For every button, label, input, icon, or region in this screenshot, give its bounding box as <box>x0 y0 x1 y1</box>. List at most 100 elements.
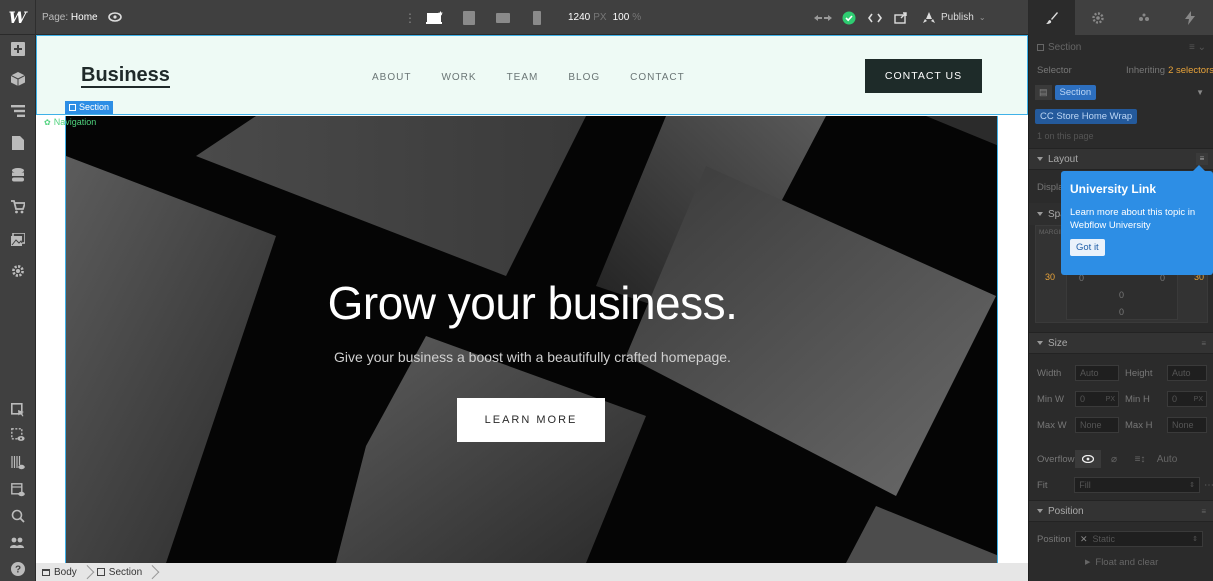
selector-row: Selector Inheriting 2 selectors <box>1029 63 1213 77</box>
popover-title: University Link <box>1070 182 1157 196</box>
brush-icon <box>1046 11 1058 24</box>
layout-section-header[interactable]: Layout ≡ <box>1029 148 1213 170</box>
site-brand[interactable]: Business <box>81 64 170 88</box>
min-width-unit[interactable]: PX <box>1106 396 1115 403</box>
panel-tabs <box>1028 0 1213 35</box>
contact-us-button[interactable]: CONTACT US <box>865 59 982 93</box>
min-width-value: 0 <box>1080 394 1086 404</box>
tab-settings[interactable] <box>1075 0 1121 35</box>
breadcrumb-section[interactable]: Section <box>91 563 148 581</box>
float-clear-row[interactable]: ▶ Float and clear <box>1029 554 1213 570</box>
hero-subtitle[interactable]: Give your business a boost with a beauti… <box>66 349 997 365</box>
tablet-landscape-icon <box>496 12 510 23</box>
popover-body[interactable]: Learn more about this topic in Webflow U… <box>1070 206 1204 232</box>
pages-icon[interactable] <box>0 131 36 155</box>
xray-mode-icon[interactable] <box>0 478 36 502</box>
nav-link-work[interactable]: WORK <box>441 72 476 83</box>
nav-link-team[interactable]: TEAM <box>507 72 539 83</box>
overflow-row: Overflow ⌀ ≡↕ Auto <box>1029 450 1213 468</box>
panel-menu-icon[interactable]: ≡ ⌄ <box>1189 42 1206 53</box>
overflow-visible-eye-icon[interactable] <box>1075 450 1101 468</box>
cms-database-icon[interactable] <box>0 163 36 187</box>
height-input[interactable]: Auto <box>1167 365 1207 381</box>
undo-redo-icon[interactable] <box>812 0 834 35</box>
more-breakpoints-icon[interactable]: ⋮ <box>402 11 418 25</box>
tab-style[interactable] <box>1029 0 1075 35</box>
settings-gear-icon[interactable] <box>0 259 36 283</box>
overflow-scroll-icon[interactable]: ≡↕ <box>1127 450 1153 468</box>
breadcrumb-body[interactable]: Body <box>36 563 83 581</box>
breadcrumb-body-label: Body <box>54 566 77 578</box>
breakpoint-bar: ⋮ 1240 PX 100% <box>402 0 647 35</box>
more-options-icon[interactable]: ⋯ <box>1204 480 1213 491</box>
mobile-breakpoint-button[interactable] <box>520 0 554 35</box>
gear-icon <box>1092 11 1104 24</box>
hero-title[interactable]: Grow your business. <box>66 276 997 330</box>
overflow-hidden-icon[interactable]: ⌀ <box>1101 450 1127 468</box>
max-width-input[interactable]: None <box>1075 417 1119 433</box>
left-toolbar: ? <box>0 35 36 581</box>
element-name: Section <box>1048 41 1082 53</box>
tab-style-manager[interactable] <box>1121 0 1167 35</box>
hidden-elements-icon[interactable] <box>0 423 36 447</box>
site-navigation[interactable]: Business ABOUT WORK TEAM BLOG CONTACT CO… <box>36 35 1028 115</box>
overflow-auto-button[interactable]: Auto <box>1153 450 1181 468</box>
margin-left-value[interactable]: 30 <box>1045 272 1055 282</box>
hero-background-shapes <box>66 116 997 563</box>
got-it-button[interactable]: Got it <box>1070 239 1105 256</box>
static-x-icon: ✕ <box>1080 533 1088 544</box>
on-page-count: 1 on this page <box>1029 130 1213 142</box>
code-icon[interactable] <box>864 0 886 35</box>
desktop-breakpoint-button[interactable] <box>418 0 452 35</box>
assets-icon[interactable] <box>0 227 36 251</box>
grid-overlay-icon[interactable] <box>0 451 36 475</box>
padding-top-value[interactable]: 0 <box>1119 290 1124 300</box>
spacing-section-header[interactable]: Spacing <box>1029 203 1062 225</box>
selector-pill-section[interactable]: Section <box>1054 84 1097 100</box>
webflow-logo[interactable]: W <box>0 0 36 35</box>
nav-link-contact[interactable]: CONTACT <box>630 72 685 83</box>
search-icon[interactable] <box>0 504 36 528</box>
selected-element-label: Section <box>79 102 110 112</box>
inheriting-label: Inheriting <box>1125 64 1166 76</box>
padding-bottom-value[interactable]: 0 <box>1119 307 1124 317</box>
select-element-icon[interactable] <box>0 398 36 422</box>
layout-link-icon[interactable]: ≡ <box>1196 153 1208 165</box>
export-icon[interactable] <box>890 0 912 35</box>
design-canvas[interactable]: Business ABOUT WORK TEAM BLOG CONTACT CO… <box>36 35 1028 563</box>
size-section-header[interactable]: Size ≡ <box>1029 332 1213 354</box>
page-selector[interactable]: Page: Home <box>42 12 98 23</box>
publish-button[interactable]: Publish ⌄ <box>922 11 986 24</box>
min-width-label: Min W <box>1037 393 1064 405</box>
width-input[interactable]: Auto <box>1075 365 1119 381</box>
collaborators-icon[interactable] <box>0 531 36 555</box>
selector-field[interactable]: ▤ Section ▼ <box>1029 82 1213 102</box>
nav-link-blog[interactable]: BLOG <box>568 72 600 83</box>
help-icon[interactable]: ? <box>0 557 36 581</box>
position-menu-icon[interactable]: ≡ <box>1201 507 1206 516</box>
max-height-label: Max H <box>1125 419 1153 431</box>
tablet-breakpoint-button[interactable] <box>486 0 520 35</box>
tab-interactions[interactable] <box>1167 0 1213 35</box>
preview-eye-icon[interactable] <box>107 10 122 24</box>
navigator-icon[interactable] <box>0 99 36 123</box>
symbols-icon[interactable] <box>0 67 36 91</box>
min-height-unit[interactable]: PX <box>1194 396 1203 403</box>
fit-select[interactable]: Fill ⇕ <box>1074 477 1200 493</box>
size-menu-icon[interactable]: ≡ <box>1201 339 1206 348</box>
inheriting-count[interactable]: 2 selectors <box>1168 65 1213 76</box>
min-height-input[interactable]: 0 PX <box>1167 391 1207 407</box>
desktop-breakpoint-button-2[interactable] <box>452 0 486 35</box>
min-width-input[interactable]: 0 PX <box>1075 391 1119 407</box>
class-pill-cc-store[interactable]: CC Store Home Wrap <box>1035 108 1138 124</box>
learn-more-button[interactable]: LEARN MORE <box>457 398 605 442</box>
position-select[interactable]: ✕ Static ⇕ <box>1075 531 1203 547</box>
position-section-header[interactable]: Position ≡ <box>1029 500 1213 522</box>
chevron-down-icon[interactable]: ▼ <box>1196 88 1204 97</box>
ecommerce-cart-icon[interactable] <box>0 195 36 219</box>
hero-section[interactable]: Grow your business. Give your business a… <box>65 116 998 563</box>
add-element-icon[interactable] <box>0 37 36 61</box>
nav-link-about[interactable]: ABOUT <box>372 72 411 83</box>
max-height-input[interactable]: None <box>1167 417 1207 433</box>
nav-links: ABOUT WORK TEAM BLOG CONTACT <box>372 72 715 83</box>
